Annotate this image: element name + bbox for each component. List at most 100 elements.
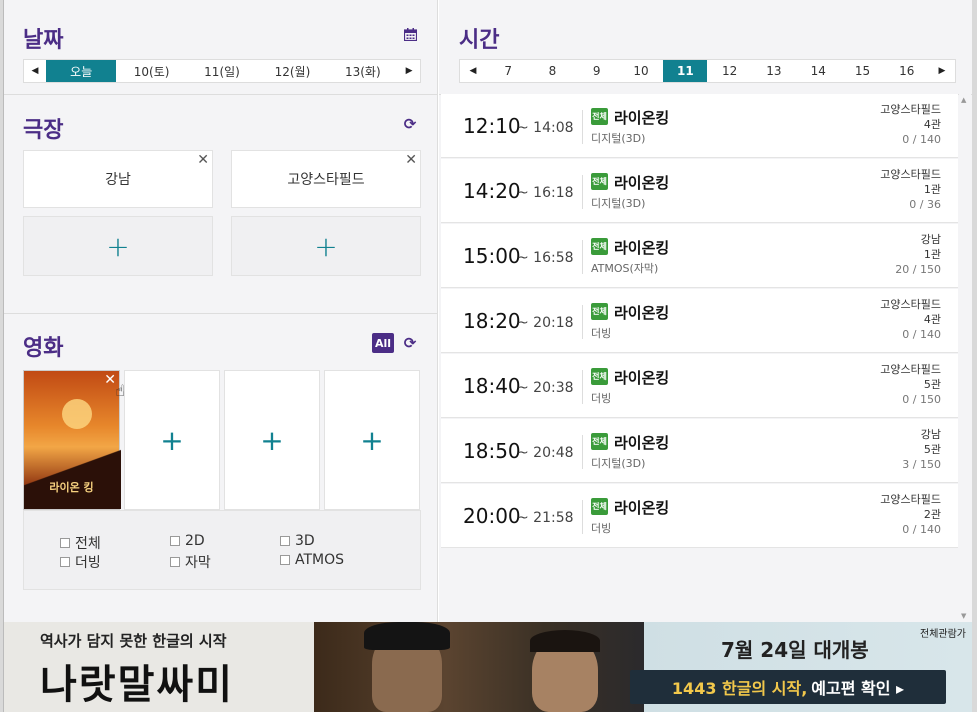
filter-3d-checkbox[interactable]: 3D [280, 533, 315, 549]
plus-icon: + [360, 423, 384, 457]
scroll-up-arrow-icon[interactable]: ▲ [961, 96, 966, 104]
all-movies-button[interactable]: All [372, 333, 394, 353]
filter-2d-checkbox[interactable]: 2D [170, 533, 205, 549]
theater-name: 강남 [920, 233, 941, 246]
filter-label: 더빙 [75, 555, 101, 571]
seat-info: 고양스타필드 1관 0 / 36 [880, 167, 941, 212]
screen-format: 디지털(3D) [591, 197, 646, 210]
hall-name: 1관 [923, 183, 941, 196]
movie-title: 영화 [23, 336, 64, 361]
schedule-row[interactable]: 18:20 ~ 20:18 전체 라이온킹 더빙 고양스타필드 4관 0 / 1… [441, 289, 958, 353]
hour-next-arrow-icon[interactable]: ▶ [929, 60, 955, 82]
filter-dub-checkbox[interactable]: 더빙 [60, 552, 101, 572]
checkbox-icon[interactable] [280, 536, 290, 546]
hour-prev-arrow-icon[interactable]: ◀ [460, 60, 486, 82]
schedule-row[interactable]: 20:00 ~ 21:58 전체 라이온킹 더빙 고양스타필드 2관 0 / 1… [441, 484, 958, 548]
add-movie-button[interactable]: + [224, 370, 320, 510]
schedule-row[interactable]: 12:10 ~ 14:08 전체 라이온킹 디지털(3D) 고양스타필드 4관 … [441, 94, 958, 158]
poster-title: 라이온 킹 [49, 481, 94, 494]
banner-rating-label: 전체관람가 [920, 629, 966, 640]
seat-info: 강남 1관 20 / 150 [895, 232, 941, 277]
filter-label: 2D [185, 533, 205, 549]
hall-name: 1관 [923, 248, 941, 261]
rating-all-icon: 전체 [591, 368, 608, 385]
screen-format: 디지털(3D) [591, 132, 646, 145]
filter-label: 3D [295, 533, 315, 549]
hour-option[interactable]: 10 [619, 60, 663, 82]
remove-theater-close-icon[interactable]: ✕ [405, 152, 417, 168]
theater-slot[interactable]: 고양스타필드 ✕ [231, 150, 421, 208]
date-option[interactable]: 13(화) [328, 60, 398, 82]
scroll-down-arrow-icon[interactable]: ▼ [961, 612, 966, 620]
date-option[interactable]: 12(월) [257, 60, 327, 82]
theater-slot[interactable]: 강남 ✕ [23, 150, 213, 208]
add-theater-button[interactable]: + [231, 216, 421, 276]
theater-name: 고양스타필드 [880, 103, 941, 116]
plus-icon: + [160, 423, 184, 457]
filter-label: 자막 [185, 555, 211, 571]
schedule-row[interactable]: 18:40 ~ 20:38 전체 라이온킹 더빙 고양스타필드 5관 0 / 1… [441, 354, 958, 418]
screen-format: 더빙 [591, 522, 612, 535]
banner-movie-title: 나랏말싸미 [40, 662, 234, 708]
hour-option[interactable]: 16 [885, 60, 929, 82]
checkbox-icon[interactable] [280, 555, 290, 565]
refresh-icon[interactable]: ⟳ [401, 334, 419, 352]
end-time: ~ 16:58 [517, 250, 574, 266]
add-movie-button[interactable]: + [124, 370, 220, 510]
schedule-row[interactable]: 18:50 ~ 20:48 전체 라이온킹 디지털(3D) 강남 5관 3 / … [441, 419, 958, 483]
movie-poster[interactable]: 라이온 킹 ✕ ☝ [23, 370, 125, 510]
start-time: 18:40 [463, 374, 521, 398]
add-theater-button[interactable]: + [23, 216, 213, 276]
checkbox-icon[interactable] [170, 557, 180, 567]
ad-banner[interactable]: 역사가 담지 못한 한글의 시작 나랏말싸미 7월 24일 대개봉 1443 한… [4, 622, 972, 712]
start-time: 12:10 [463, 114, 521, 138]
add-movie-button[interactable]: + [324, 370, 420, 510]
date-option[interactable]: 오늘 [46, 60, 117, 82]
checkbox-icon[interactable] [60, 557, 70, 567]
hour-option[interactable]: 8 [530, 60, 574, 82]
remove-theater-close-icon[interactable]: ✕ [197, 152, 209, 168]
hour-option[interactable]: 11 [663, 60, 708, 82]
hall-name: 4관 [923, 118, 941, 131]
divider [582, 110, 583, 144]
plus-icon: + [106, 229, 130, 263]
hall-name: 4관 [923, 313, 941, 326]
hour-option[interactable]: 13 [752, 60, 796, 82]
seat-count: 3 / 150 [902, 458, 941, 471]
hour-option[interactable]: 15 [840, 60, 884, 82]
date-option[interactable]: 11(일) [187, 60, 257, 82]
hall-name: 2관 [923, 508, 941, 521]
hour-option[interactable]: 7 [486, 60, 530, 82]
hour-option[interactable]: 12 [707, 60, 751, 82]
filter-all-checkbox[interactable]: 전체 [60, 533, 101, 553]
filter-label: 전체 [75, 536, 101, 552]
schedule-row[interactable]: 15:00 ~ 16:58 전체 라이온킹 ATMOS(자막) 강남 1관 20… [441, 224, 958, 288]
remove-movie-close-icon[interactable]: ✕ [104, 372, 116, 388]
date-option[interactable]: 10(토) [116, 60, 186, 82]
hall-name: 5관 [923, 443, 941, 456]
checkbox-icon[interactable] [170, 536, 180, 546]
screen-format: 디지털(3D) [591, 457, 646, 470]
hour-option[interactable]: 9 [575, 60, 619, 82]
banner-trailer-button[interactable]: 1443 한글의 시작, 예고편 확인 ▸ [630, 670, 946, 704]
seat-info: 고양스타필드 5관 0 / 150 [880, 362, 941, 407]
plus-icon: + [314, 229, 338, 263]
theater-title: 극장 [23, 118, 64, 143]
schedule-row[interactable]: 14:20 ~ 16:18 전체 라이온킹 디지털(3D) 고양스타필드 1관 … [441, 159, 958, 223]
calendar-icon[interactable] [401, 25, 419, 43]
theater-name: 강남 [920, 428, 941, 441]
checkbox-icon[interactable] [60, 538, 70, 548]
seat-count: 20 / 150 [895, 263, 941, 276]
date-prev-arrow-icon[interactable]: ◀ [24, 60, 46, 82]
date-next-arrow-icon[interactable]: ▶ [398, 60, 420, 82]
seat-info: 고양스타필드 4관 0 / 140 [880, 102, 941, 147]
schedule-scrollbar[interactable]: ▲ ▼ [959, 94, 971, 622]
start-time: 20:00 [463, 504, 521, 528]
filter-sub-checkbox[interactable]: 자막 [170, 552, 211, 572]
hour-option[interactable]: 14 [796, 60, 840, 82]
theater-name: 고양스타필드 [880, 168, 941, 181]
end-time: ~ 20:48 [517, 445, 574, 461]
refresh-icon[interactable]: ⟳ [401, 115, 419, 133]
screen-format: 더빙 [591, 327, 612, 340]
filter-atmos-checkbox[interactable]: ATMOS [280, 552, 344, 568]
